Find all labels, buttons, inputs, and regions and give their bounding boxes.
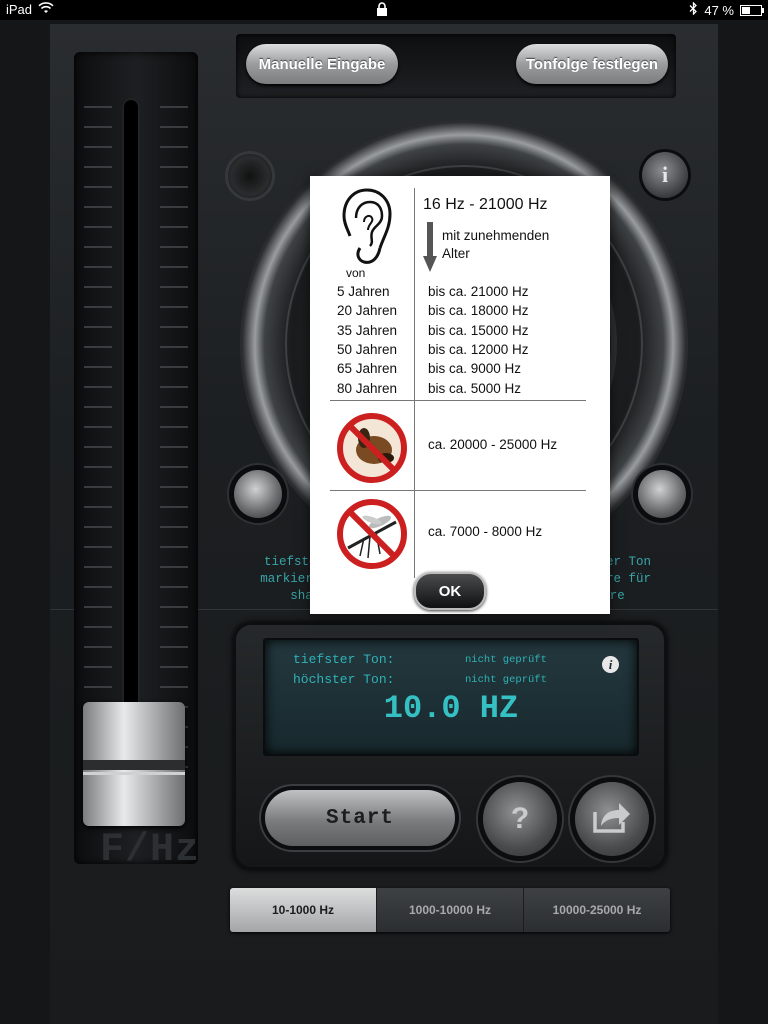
bluetooth-icon [689,1,698,18]
top-toolbar: Manuelle Eingabe Tonfolge festlegen [236,34,676,98]
lowest-tone-label: tiefster Ton: [293,652,395,667]
slider-rail [124,100,138,720]
age-label: 50 Jahren [337,341,398,357]
help-button[interactable]: ? [483,782,557,856]
headphone-jack-icon [228,154,272,198]
dialog-divider-vertical [414,188,415,578]
lock-icon [376,2,388,19]
human-hearing-range: 16 Hz - 21000 Hz [423,196,548,213]
age-note-2: Alter [442,246,470,261]
status-bar: iPad 47 % [0,0,768,20]
age-frequency: bis ca. 21000 Hz [428,284,529,299]
mosquito-hearing-range: ca. 7000 - 8000 Hz [428,524,543,539]
share-button[interactable] [575,782,649,856]
slider-handle[interactable] [83,702,185,826]
mark-highest-button[interactable] [638,470,686,518]
age-frequency: bis ca. 12000 Hz [428,341,529,357]
age-label: 20 Jahren [337,303,398,319]
age-note-1: mit zunehmenden [442,228,550,243]
hearing-range-dialog: von 16 Hz - 21000 Hz mit zunehmenden Alt… [310,176,610,614]
battery-icon [740,4,764,16]
share-icon [592,800,632,839]
tab-range-mid[interactable]: 1000-10000 Hz [376,888,523,932]
no-dog-icon [334,410,410,491]
age-label: 80 Jahren [337,380,398,396]
dialog-divider-1 [330,400,586,401]
highest-tone-value: nicht geprüft [465,674,547,686]
age-label: 65 Jahren [337,361,398,377]
no-mosquito-icon [334,498,410,575]
age-label: 5 Jahren [337,284,390,299]
tab-range-high[interactable]: 10000-25000 Hz [523,888,670,932]
lcd-screen: tiefster Ton: nicht geprüft höchster Ton… [263,638,639,756]
age-frequency: bis ca. 9000 Hz [428,361,522,377]
age-label: 35 Jahren [337,322,398,338]
manual-entry-button[interactable]: Manuelle Eingabe [246,44,398,84]
highest-tone-label: höchster Ton: [293,672,395,687]
wifi-icon [38,2,54,17]
dog-hearing-range: ca. 20000 - 25000 Hz [428,437,558,452]
set-sequence-button[interactable]: Tonfolge festlegen [516,44,668,84]
display-panel: tiefster Ton: nicht geprüft höchster Ton… [233,622,667,870]
arrow-down-icon [423,222,437,277]
ok-button[interactable]: OK [414,572,486,610]
lcd-info-icon[interactable]: i [602,656,619,673]
help-label: ? [510,802,530,835]
range-tabs: 10-1000 Hz 1000-10000 Hz 10000-25000 Hz [230,888,670,932]
age-frequency: bis ca. 15000 Hz [428,322,529,338]
battery-percent: 47 % [704,2,734,18]
info-button[interactable]: i [642,152,688,198]
mark-lowest-button[interactable] [234,470,282,518]
tab-range-low[interactable]: 10-1000 Hz [230,888,376,932]
frequency-readout: 10.0 HZ [383,690,519,727]
frequency-slider[interactable]: F/Hz [74,52,199,873]
lowest-tone-value: nicht geprüft [465,654,547,666]
age-frequency: bis ca. 18000 Hz [428,303,529,319]
start-button[interactable]: Start [265,790,455,846]
slider-axis-label: F/Hz [100,828,201,873]
from-label: von [346,266,366,280]
ear-icon [340,188,394,271]
device-name: iPad [6,2,33,17]
age-frequency: bis ca. 5000 Hz [428,380,522,396]
